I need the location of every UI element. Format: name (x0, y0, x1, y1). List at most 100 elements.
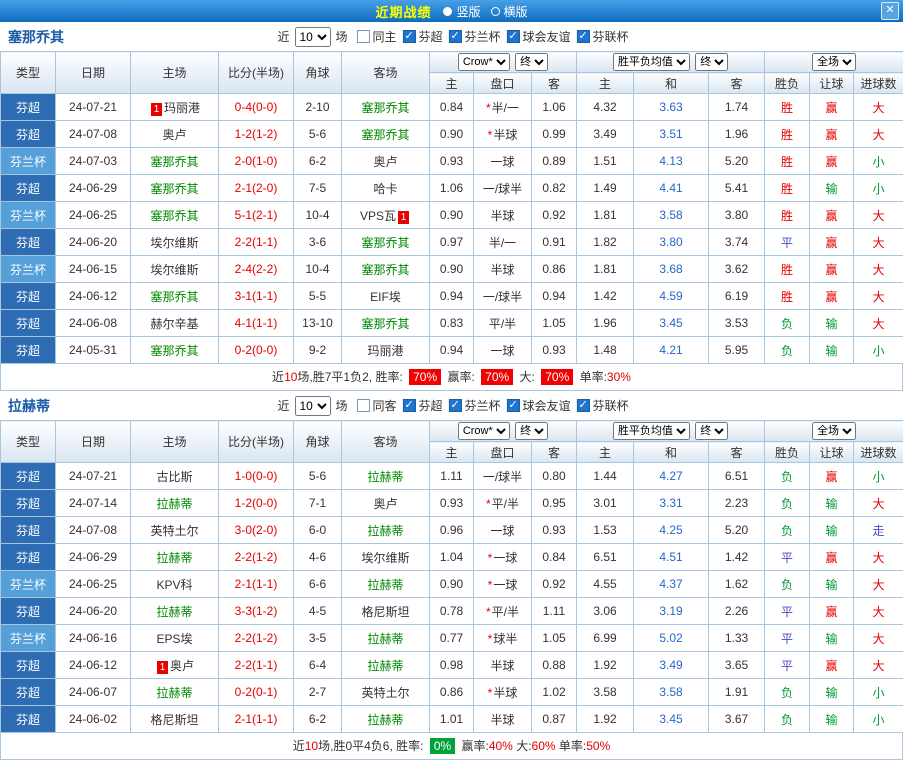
team-name[interactable]: EIF埃 (341, 282, 430, 310)
team-name[interactable]: 塞那乔其 (130, 201, 219, 229)
scope-select[interactable]: 全场 (812, 422, 857, 440)
odds-company-select[interactable]: Crow* (457, 53, 510, 71)
filter-checkbox[interactable]: 球会友谊 (506, 397, 571, 414)
team-name[interactable]: 拉赫蒂 (130, 678, 219, 706)
team-label: 奥卢 (373, 154, 398, 169)
games-count-select[interactable]: 10 (294, 26, 331, 47)
odds-company-select[interactable]: Crow* (457, 422, 510, 440)
team-name[interactable]: 玛丽港 (341, 336, 430, 364)
team-name[interactable]: 拉赫蒂 (341, 624, 430, 652)
summary-segment: 场,胜7平1负2, 胜率: (297, 370, 407, 384)
team-name[interactable]: 哈卡 (341, 174, 430, 202)
handicap-result-flag: 输 (809, 336, 855, 364)
team-name[interactable]: 塞那乔其 (341, 255, 430, 283)
asian-odds-state-select[interactable]: 终 (515, 53, 549, 71)
checkbox-icon[interactable] (402, 398, 416, 412)
filter-checkbox[interactable]: 芬超 (402, 397, 443, 414)
team-name[interactable]: 塞那乔其 (341, 93, 430, 121)
filter-checkbox[interactable]: 芬兰杯 (448, 397, 501, 414)
team-name[interactable]: 拉赫蒂 (341, 570, 430, 598)
team-name[interactable]: 塞那乔其 (130, 336, 219, 364)
checkbox-icon[interactable] (448, 29, 462, 43)
checkbox-icon[interactable] (506, 29, 520, 43)
team-name[interactable]: 塞那乔其 (130, 147, 219, 175)
team-name[interactable]: 奥卢 (341, 489, 430, 517)
handicap-line: 一球 (473, 516, 532, 544)
checkbox-icon[interactable] (402, 29, 416, 43)
team-name[interactable]: VPS瓦 1 (341, 201, 430, 229)
team-name[interactable]: 拉赫蒂 (130, 597, 219, 625)
layout-option[interactable]: 横版 (490, 3, 528, 20)
radio-icon[interactable] (443, 6, 453, 16)
games-label: 场 (335, 399, 348, 413)
team-name[interactable]: 塞那乔其 (130, 174, 219, 202)
euro-home-odds: 3.49 (576, 120, 635, 148)
team-name[interactable]: 埃尔维斯 (130, 255, 219, 283)
team-name[interactable]: 拉赫蒂 (130, 489, 219, 517)
team-name[interactable]: 拉赫蒂 (341, 462, 430, 490)
team-label: 拉赫蒂 (156, 604, 193, 619)
team-name[interactable]: 奥卢 (130, 120, 219, 148)
summary-line: 近10场,胜0平4负6, 胜率: 0% 赢率:40% 大:60% 单率:50% (0, 733, 903, 760)
team-name[interactable]: 赫尔辛基 (130, 309, 219, 337)
team-name[interactable]: 塞那乔其 (341, 228, 430, 256)
filter-checkbox[interactable]: 球会友谊 (506, 28, 571, 45)
euro-odds-state-select[interactable]: 终 (695, 53, 729, 71)
team-label: EIF埃 (370, 289, 401, 304)
euro-odds-group: 胜平负均值 终 (576, 420, 766, 442)
layout-option[interactable]: 竖版 (443, 3, 481, 20)
checkbox-icon[interactable] (448, 398, 462, 412)
team-name[interactable]: 格尼斯坦 (130, 705, 219, 733)
close-button[interactable]: ✕ (881, 2, 899, 20)
checkbox-icon[interactable] (506, 398, 520, 412)
filter-checkbox[interactable]: 芬联杯 (576, 397, 629, 414)
filter-checkbox[interactable]: 同主 (356, 28, 396, 45)
handicap-line: *一球 (473, 570, 532, 598)
handicap-line: 一球 (473, 336, 532, 364)
match-date: 24-06-08 (55, 309, 131, 337)
scope-select[interactable]: 全场 (812, 53, 857, 71)
asian-odds-state-select[interactable]: 终 (515, 422, 549, 440)
filter-checkbox[interactable]: 芬兰杯 (448, 28, 501, 45)
euro-odds-state-select[interactable]: 终 (695, 422, 729, 440)
euro-odds-select[interactable]: 胜平负均值 (612, 422, 690, 440)
team-name[interactable]: 埃尔维斯 (341, 543, 430, 571)
goals-flag: 大 (853, 309, 903, 337)
team-name[interactable]: 塞那乔其 (341, 120, 430, 148)
filter-checkbox[interactable]: 芬超 (402, 28, 443, 45)
team-label: 塞那乔其 (361, 127, 410, 142)
filter-checkbox[interactable]: 芬联杯 (576, 28, 629, 45)
team-name[interactable]: 英特土尔 (341, 678, 430, 706)
checkbox-icon[interactable] (576, 29, 590, 43)
team-name[interactable]: 1 玛丽港 (130, 93, 219, 121)
match-row: 芬超 24-05-31 塞那乔其 0-2(0-0) 9-2 玛丽港 0.94 一球 0.93 1.… (0, 336, 903, 364)
team-name[interactable]: 拉赫蒂 (341, 705, 430, 733)
team-name[interactable]: KPV科 (130, 570, 219, 598)
team-name[interactable]: 拉赫蒂 (341, 516, 430, 544)
games-count-select[interactable]: 10 (294, 395, 331, 416)
euro-away-odds: 6.19 (708, 282, 766, 310)
team-name[interactable]: 塞那乔其 (341, 309, 430, 337)
team-name[interactable]: 奥卢 (341, 147, 430, 175)
filter-checkbox[interactable]: 同客 (356, 397, 396, 414)
team-name[interactable]: 塞那乔其 (130, 282, 219, 310)
team-name[interactable]: 1 奥卢 (130, 651, 219, 679)
euro-home-odds: 1.96 (576, 309, 635, 337)
goals-flag: 大 (853, 282, 903, 310)
league-type: 芬超 (0, 336, 56, 364)
radio-icon[interactable] (490, 6, 500, 16)
near-label: 近 (277, 399, 290, 413)
league-type: 芬超 (0, 309, 56, 337)
team-name[interactable]: 古比斯 (130, 462, 219, 490)
team-name[interactable]: 格尼斯坦 (341, 597, 430, 625)
checkbox-icon[interactable] (576, 398, 590, 412)
team-name[interactable]: EPS埃 (130, 624, 219, 652)
team-name[interactable]: 拉赫蒂 (130, 543, 219, 571)
checkbox-icon[interactable] (356, 399, 370, 412)
summary-segment: 10 (304, 739, 319, 753)
euro-odds-select[interactable]: 胜平负均值 (612, 53, 690, 71)
team-name[interactable]: 埃尔维斯 (130, 228, 219, 256)
team-name[interactable]: 英特土尔 (130, 516, 219, 544)
team-name[interactable]: 拉赫蒂 (341, 651, 430, 679)
checkbox-icon[interactable] (356, 30, 370, 43)
